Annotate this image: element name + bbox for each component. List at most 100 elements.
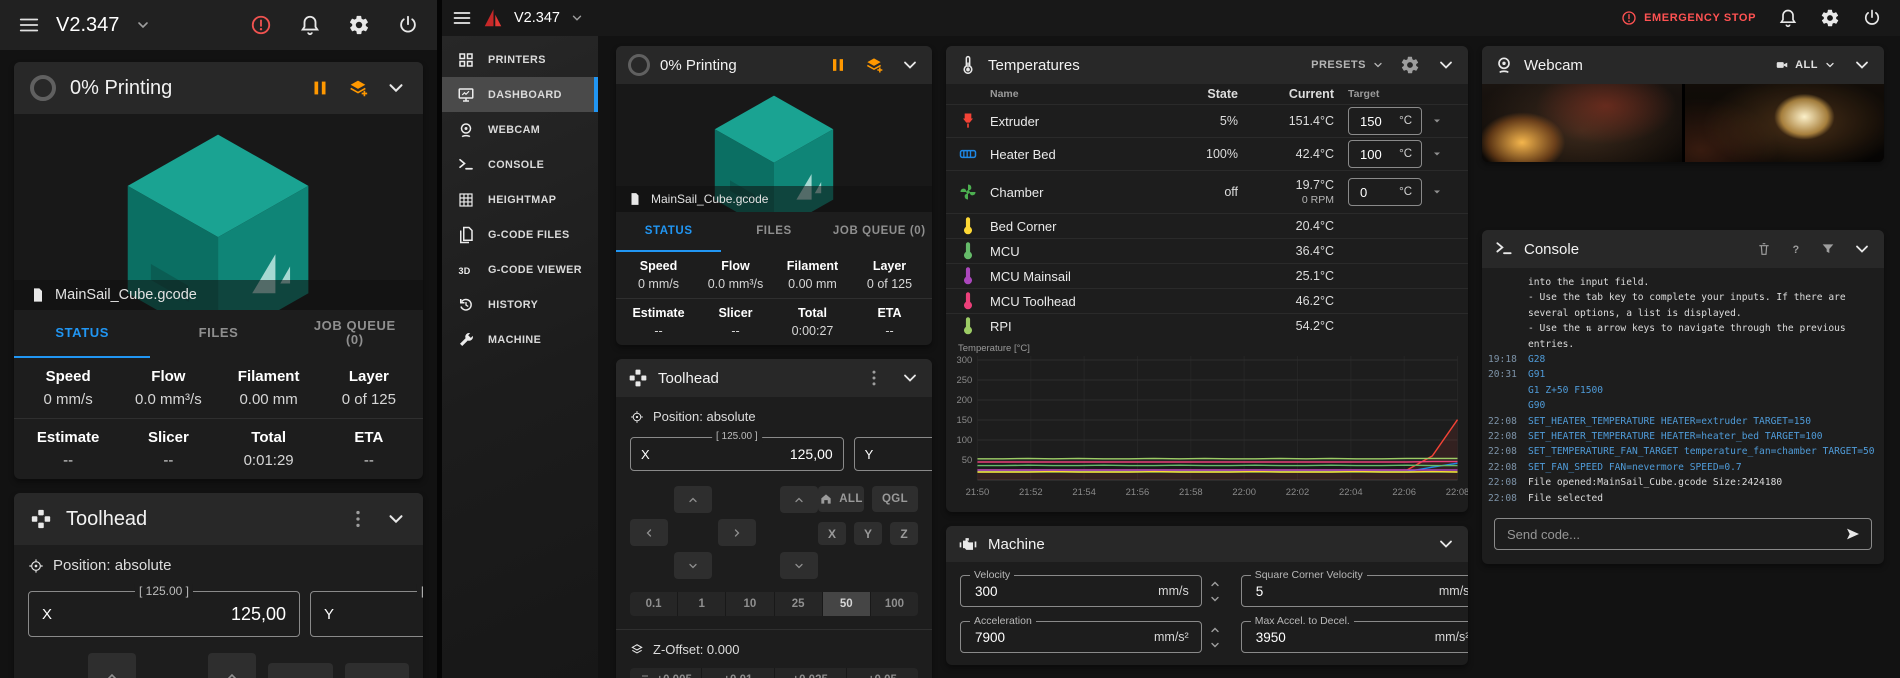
pause-button[interactable] [309, 77, 331, 99]
step-1[interactable]: 1 [678, 592, 726, 616]
tab-files[interactable]: FILES [150, 310, 286, 358]
qgl-button[interactable]: QGL [345, 663, 410, 678]
spinner-down-icon[interactable] [1209, 593, 1221, 605]
sidebar-item-machine[interactable]: MACHINE [442, 322, 598, 357]
acceleration-input[interactable] [973, 629, 1154, 646]
tab-status[interactable]: STATUS [616, 212, 721, 252]
chevron-down-icon[interactable] [135, 17, 151, 33]
pause-button[interactable] [828, 55, 848, 75]
collapse-chevron-icon[interactable] [1852, 239, 1872, 259]
sidebar-item-printers[interactable]: PRINTERS [442, 42, 598, 77]
step-10[interactable]: 10 [726, 592, 774, 616]
sidebar: PRINTERS DASHBOARD WEBCAM CONSOLE HEIGHT… [442, 36, 598, 678]
help-icon[interactable]: ? [1788, 241, 1804, 257]
print-tabs: STATUS FILES JOB QUEUE (0) [616, 212, 932, 252]
emergency-stop-icon[interactable] [250, 14, 272, 36]
sidebar-item-dashboard[interactable]: DASHBOARD [442, 77, 598, 112]
velocity-input[interactable] [973, 583, 1158, 600]
collapse-chevron-icon[interactable] [1852, 55, 1872, 75]
axis-x-input[interactable] [52, 603, 299, 626]
sidebar-item-heightmap[interactable]: HEIGHTMAP [442, 182, 598, 217]
filter-funnel-icon[interactable] [1820, 241, 1836, 257]
collapse-chevron-icon[interactable] [385, 508, 407, 530]
dots-vertical-icon[interactable] [864, 368, 884, 388]
axis-y-input[interactable] [873, 445, 932, 463]
bell-icon[interactable] [299, 14, 321, 36]
z-offset-up-0.025[interactable]: +0.025 [775, 668, 847, 678]
emergency-stop-button[interactable]: EMERGENCY STOP [1621, 10, 1756, 26]
thermometer-sensor-icon [958, 216, 978, 236]
qgl-button[interactable]: QGL [872, 486, 918, 512]
square-corner-velocity-input[interactable] [1254, 583, 1439, 600]
menu-icon[interactable] [452, 8, 472, 28]
collapse-chevron-icon[interactable] [385, 77, 407, 99]
target-temp-input[interactable] [1358, 113, 1388, 130]
target-dropdown-caret[interactable] [1431, 115, 1443, 127]
send-icon[interactable] [1845, 526, 1861, 542]
tab-job-queue[interactable]: JOB QUEUE (0) [827, 212, 932, 252]
z-offset-up-0.05[interactable]: +0.05 [847, 668, 918, 678]
spinner-up-icon[interactable] [1209, 624, 1221, 636]
webcam-selector[interactable]: ALL [1775, 58, 1836, 72]
dots-vertical-icon[interactable] [347, 508, 369, 530]
presets-dropdown[interactable]: PRESETS [1311, 59, 1384, 71]
printer-version-label[interactable]: V2.347 [514, 10, 560, 26]
collapse-chevron-icon[interactable] [900, 368, 920, 388]
jog-z-plus-button[interactable] [780, 486, 818, 513]
home-all-button[interactable]: ALL [818, 486, 864, 512]
home-z-button[interactable]: Z [890, 522, 918, 545]
home-x-button[interactable]: X [818, 522, 846, 545]
axis-x-input[interactable] [650, 445, 843, 463]
target-temp-input[interactable] [1358, 184, 1388, 201]
jog-y-plus-button[interactable] [88, 653, 136, 678]
tab-status[interactable]: STATUS [14, 310, 150, 358]
jog-y-plus-button[interactable] [674, 486, 712, 513]
target-dropdown-caret[interactable] [1431, 148, 1443, 160]
target-temp-input[interactable] [1358, 146, 1388, 163]
axis-y-input[interactable] [334, 603, 423, 626]
jog-y-minus-button[interactable] [674, 552, 712, 579]
sidebar-item-gcode-files[interactable]: G-CODE FILES [442, 217, 598, 252]
step-25[interactable]: 25 [775, 592, 823, 616]
spinner-up-icon[interactable] [1209, 578, 1221, 590]
jog-z-plus-button[interactable] [208, 653, 256, 678]
jog-x-plus-button[interactable] [718, 519, 756, 546]
spinner-down-icon[interactable] [1209, 639, 1221, 651]
sidebar-item-history[interactable]: HISTORY [442, 287, 598, 322]
layers-plus-icon[interactable] [347, 77, 369, 99]
home-y-button[interactable]: Y [854, 522, 882, 545]
sidebar-item-console[interactable]: CONSOLE [442, 147, 598, 182]
step-100[interactable]: 100 [871, 592, 918, 616]
collapse-chevron-icon[interactable] [1436, 55, 1456, 75]
z-offset-up-0.005[interactable]: +0.005 [630, 668, 702, 678]
max-accel-to-decel-input[interactable] [1254, 629, 1435, 646]
layers-plus-icon[interactable] [864, 55, 884, 75]
trash-icon[interactable] [1756, 241, 1772, 257]
settings-gear-icon[interactable] [348, 14, 370, 36]
send-code-input[interactable] [1505, 526, 1837, 543]
home-all-button[interactable]: ALL [268, 663, 333, 678]
crosshair-icon [630, 410, 644, 424]
settings-gear-icon[interactable] [1820, 8, 1840, 28]
tab-job-queue[interactable]: JOB QUEUE (0) [287, 310, 423, 358]
sidebar-item-webcam[interactable]: WEBCAM [442, 112, 598, 147]
step-50-selected[interactable]: 50 [823, 592, 871, 616]
jog-x-minus-button[interactable] [630, 519, 668, 546]
jog-z-minus-button[interactable] [780, 552, 818, 579]
tab-files[interactable]: FILES [721, 212, 826, 252]
console-log[interactable]: into the input field. - Use the tab key … [1482, 268, 1884, 512]
collapse-chevron-icon[interactable] [900, 55, 920, 75]
menu-icon[interactable] [18, 14, 40, 36]
gear-icon[interactable] [1400, 55, 1420, 75]
sidebar-item-gcode-viewer[interactable]: 3D G-CODE VIEWER [442, 252, 598, 287]
z-offset-up-0.01[interactable]: +0.01 [702, 668, 774, 678]
target-dropdown-caret[interactable] [1431, 186, 1443, 198]
step-0.1[interactable]: 0.1 [630, 592, 678, 616]
power-icon[interactable] [1862, 8, 1882, 28]
power-icon[interactable] [397, 14, 419, 36]
bell-icon[interactable] [1778, 8, 1798, 28]
printer-version-label[interactable]: V2.347 [56, 14, 119, 37]
svg-text:21:50: 21:50 [966, 487, 990, 497]
collapse-chevron-icon[interactable] [1436, 534, 1456, 554]
chevron-down-icon[interactable] [570, 11, 584, 25]
